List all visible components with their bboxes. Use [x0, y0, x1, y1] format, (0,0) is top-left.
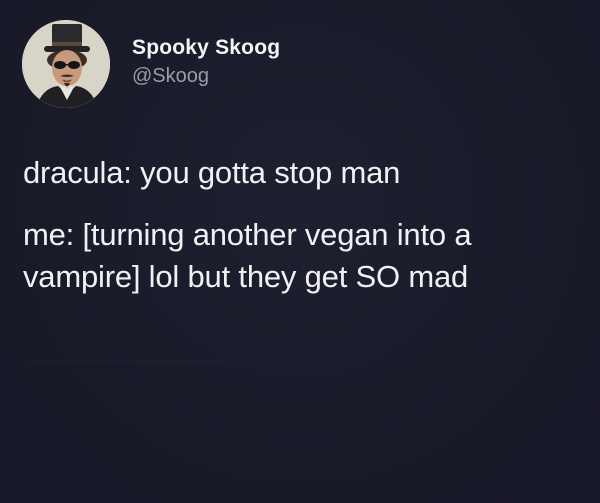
handle[interactable]: @Skoog [132, 63, 280, 89]
account-names: Spooky Skoog @Skoog [132, 35, 280, 89]
tweet-header: Spooky Skoog @Skoog [22, 20, 280, 108]
tweet-text: dracula: you gotta stop man me: [turning… [23, 152, 583, 298]
avatar[interactable] [22, 20, 110, 108]
divider [28, 361, 228, 362]
tweet-line-1: dracula: you gotta stop man [23, 155, 401, 190]
tweet-line-2: me: [turning another vegan into a vampir… [23, 217, 472, 294]
display-name[interactable]: Spooky Skoog [132, 35, 280, 61]
tweet-card: Spooky Skoog @Skoog dracula: you gotta s… [0, 0, 600, 503]
avatar-icon [22, 20, 110, 108]
